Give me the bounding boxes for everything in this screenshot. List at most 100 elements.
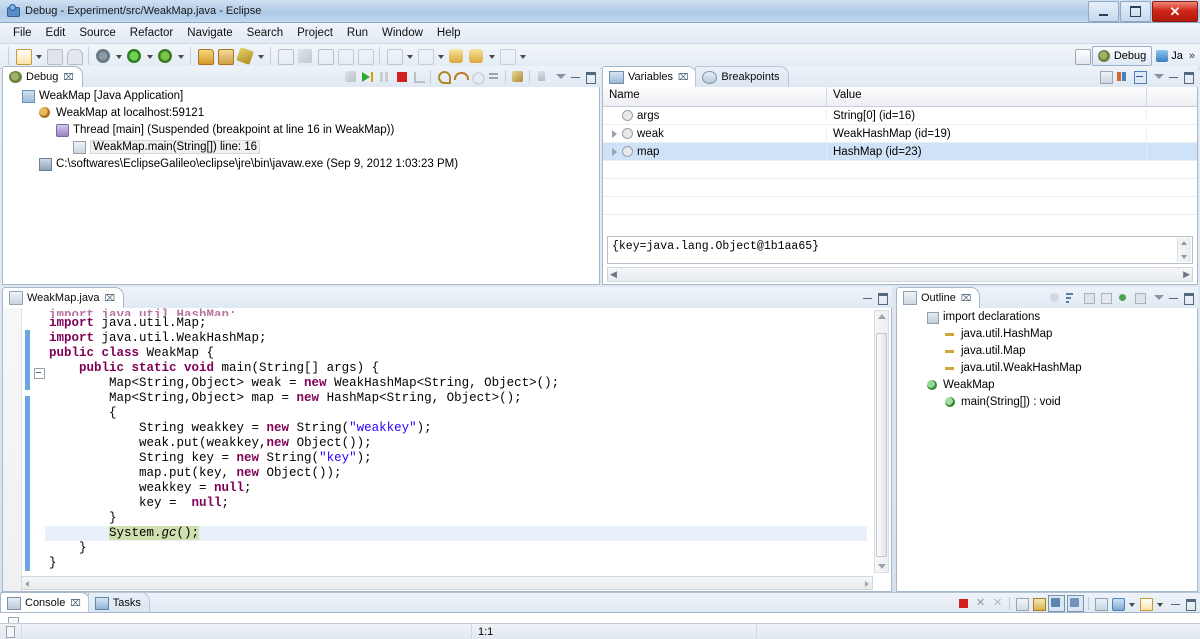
code-line[interactable]: key = null; bbox=[45, 496, 867, 511]
debug-tree-item[interactable]: WeakMap [Java Application] bbox=[3, 87, 599, 104]
show-console-on-output-icon[interactable] bbox=[1048, 595, 1065, 612]
menu-navigate[interactable]: Navigate bbox=[180, 25, 239, 41]
outline-view-menu-icon[interactable] bbox=[1152, 291, 1165, 304]
debug-tree-item[interactable]: C:\softwares\EclipseGalileo\eclipse\jre\… bbox=[3, 155, 599, 172]
menu-refactor[interactable]: Refactor bbox=[123, 25, 180, 41]
tab-tasks[interactable]: Tasks bbox=[87, 592, 150, 613]
editor-folding-ruler[interactable] bbox=[33, 308, 45, 591]
use-step-filters-icon[interactable] bbox=[510, 69, 525, 84]
outline-item[interactable]: import declarations bbox=[897, 308, 1197, 325]
new-wizard-dropdown[interactable] bbox=[34, 47, 43, 65]
variable-name-cell[interactable]: weak bbox=[603, 127, 827, 140]
maximize-editor-icon[interactable] bbox=[876, 291, 889, 305]
external-tools-icon[interactable] bbox=[156, 47, 174, 65]
expand-arrow-icon[interactable] bbox=[609, 128, 620, 139]
forward-dropdown[interactable] bbox=[487, 47, 496, 65]
tab-close-icon[interactable]: ⌧ bbox=[678, 72, 688, 83]
editor-vertical-scrollbar[interactable] bbox=[874, 310, 889, 573]
debug-tree-item[interactable]: Thread [main] (Suspended (breakpoint at … bbox=[3, 121, 599, 138]
menu-source[interactable]: Source bbox=[72, 25, 122, 41]
tab-outline[interactable]: Outline ⌧ bbox=[896, 287, 981, 309]
column-header-value[interactable]: Value bbox=[827, 87, 1147, 106]
tab-weakmap-java[interactable]: WeakMap.java ⌧ bbox=[2, 287, 124, 309]
view-menu-icon[interactable] bbox=[554, 70, 567, 83]
tab-variables[interactable]: Variables ⌧ bbox=[602, 66, 698, 88]
maximize-button[interactable] bbox=[1120, 1, 1151, 22]
show-type-names-icon[interactable] bbox=[1098, 69, 1113, 84]
hide-fields-icon[interactable] bbox=[1081, 290, 1096, 305]
editor-scroll-thumb[interactable] bbox=[876, 333, 887, 557]
tab-close-icon[interactable]: ⌧ bbox=[70, 598, 80, 609]
detail-horizontal-scrollbar[interactable]: ◀ ▶ bbox=[607, 267, 1193, 282]
terminate-icon[interactable] bbox=[956, 596, 971, 611]
editor-horizontal-scrollbar[interactable] bbox=[21, 576, 873, 590]
code-line[interactable]: } bbox=[45, 511, 867, 526]
code-line[interactable]: weakkey = null; bbox=[45, 481, 867, 496]
code-line[interactable]: } bbox=[45, 556, 867, 571]
terminate-icon[interactable] bbox=[394, 69, 409, 84]
fold-marker-icon[interactable] bbox=[34, 368, 45, 379]
code-line[interactable]: } bbox=[45, 541, 867, 556]
open-task-icon[interactable] bbox=[216, 47, 234, 65]
scroll-lock-icon[interactable] bbox=[1031, 596, 1046, 611]
minimize-outline-icon[interactable] bbox=[1167, 291, 1180, 304]
maximize-variables-icon[interactable] bbox=[1182, 70, 1195, 84]
code-line[interactable]: public class WeakMap { bbox=[45, 346, 867, 361]
code-line[interactable]: System.gc(); bbox=[45, 526, 867, 541]
menu-file[interactable]: File bbox=[6, 25, 39, 41]
debug-icon[interactable] bbox=[94, 47, 112, 65]
external-tools-dropdown[interactable] bbox=[176, 47, 185, 65]
forward-icon[interactable] bbox=[467, 47, 485, 65]
code-line[interactable]: Map<String,Object> weak = new WeakHashMa… bbox=[45, 376, 867, 391]
variable-name-cell[interactable]: args bbox=[603, 109, 827, 122]
display-selected-dropdown[interactable] bbox=[1127, 595, 1136, 613]
minimize-editor-icon[interactable] bbox=[861, 291, 874, 304]
hide-static-icon[interactable] bbox=[1098, 290, 1113, 305]
column-header-name[interactable]: Name bbox=[603, 87, 827, 106]
code-line[interactable]: String key = new String("key"); bbox=[45, 451, 867, 466]
variable-value-cell[interactable]: WeakHashMap (id=19) bbox=[827, 127, 1147, 140]
debug-tree-item[interactable]: WeakMap.main(String[]) line: 16 bbox=[3, 138, 599, 155]
back-icon[interactable] bbox=[447, 47, 465, 65]
collapse-all-icon[interactable] bbox=[1132, 69, 1147, 84]
perspective-overflow[interactable]: » bbox=[1189, 50, 1195, 62]
outline-item[interactable]: WeakMap bbox=[897, 376, 1197, 393]
run-icon[interactable] bbox=[125, 47, 143, 65]
debug-dropdown[interactable] bbox=[114, 47, 123, 65]
outline-item[interactable]: java.util.Map bbox=[897, 342, 1197, 359]
maximize-console-icon[interactable] bbox=[1184, 597, 1197, 611]
code-line[interactable]: weak.put(weakkey,new Object()); bbox=[45, 436, 867, 451]
outline-tree[interactable]: import declarations java.util.HashMap java… bbox=[896, 308, 1198, 592]
next-edit-dropdown[interactable] bbox=[436, 47, 445, 65]
perspective-debug-button[interactable]: Debug bbox=[1091, 46, 1153, 66]
sort-icon[interactable] bbox=[1064, 290, 1079, 305]
menu-edit[interactable]: Edit bbox=[39, 25, 73, 41]
variables-table[interactable]: args String[0] (id=16) weak WeakHashMap (id… bbox=[603, 107, 1197, 215]
variables-row[interactable]: weak WeakHashMap (id=19) bbox=[603, 125, 1197, 143]
code-text[interactable]: import java.util.HashMap; import java.uti… bbox=[45, 308, 867, 591]
outline-item[interactable]: java.util.WeakHashMap bbox=[897, 359, 1197, 376]
code-line[interactable]: public static void main(String[] args) { bbox=[45, 361, 867, 376]
menu-window[interactable]: Window bbox=[375, 25, 430, 41]
variables-detail-pane[interactable]: {key=java.lang.Object@1b1aa65} bbox=[607, 236, 1193, 264]
code-line[interactable]: import java.util.Map; bbox=[45, 316, 867, 331]
search-icon[interactable] bbox=[236, 47, 254, 65]
minimize-button[interactable] bbox=[1088, 1, 1119, 22]
focus-on-active-task-icon[interactable] bbox=[1047, 290, 1062, 305]
open-console-icon[interactable] bbox=[1138, 596, 1153, 611]
pin-console-icon[interactable] bbox=[1093, 596, 1108, 611]
run-dropdown[interactable] bbox=[145, 47, 154, 65]
debug-tree-item[interactable]: WeakMap at localhost:59121 bbox=[3, 104, 599, 121]
outline-item[interactable]: main(String[]) : void bbox=[897, 393, 1197, 410]
code-line[interactable]: Map<String,Object> map = new HashMap<Str… bbox=[45, 391, 867, 406]
variables-row[interactable]: map HashMap (id=23) bbox=[603, 143, 1197, 161]
outline-item[interactable]: java.util.HashMap bbox=[897, 325, 1197, 342]
step-into-icon[interactable] bbox=[435, 69, 451, 84]
clear-console-icon[interactable] bbox=[1014, 596, 1029, 611]
variable-value-cell[interactable]: HashMap (id=23) bbox=[827, 145, 1147, 158]
expand-arrow-icon[interactable] bbox=[609, 146, 620, 157]
minimize-view-icon[interactable] bbox=[569, 70, 582, 83]
open-console-dropdown[interactable] bbox=[1155, 595, 1164, 613]
perspective-java-button[interactable]: Ja bbox=[1152, 47, 1187, 65]
tab-breakpoints[interactable]: Breakpoints bbox=[695, 66, 789, 87]
